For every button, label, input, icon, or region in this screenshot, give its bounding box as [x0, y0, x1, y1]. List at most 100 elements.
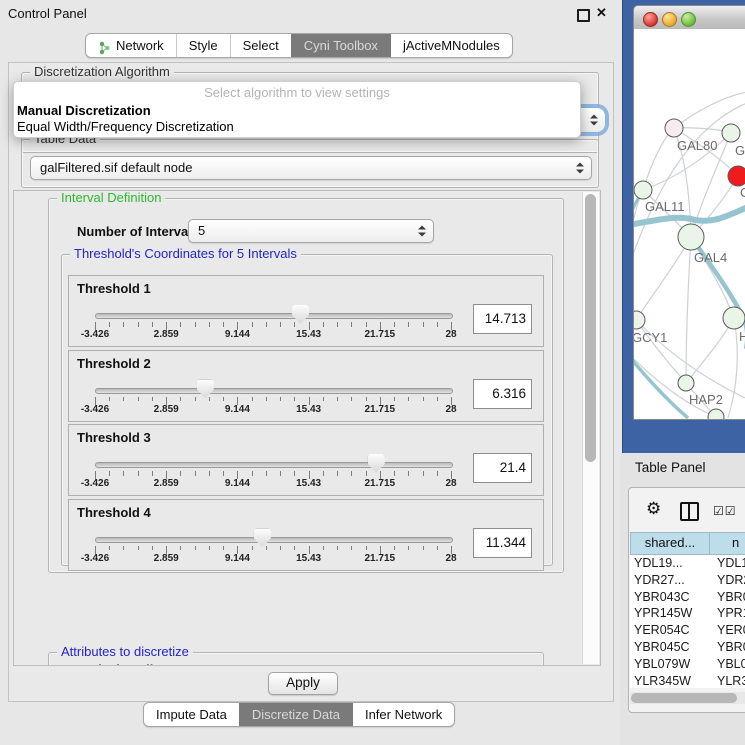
column-header-name[interactable]: n	[710, 533, 745, 554]
zoom-traffic-light[interactable]	[681, 12, 696, 27]
cell-name[interactable]: YBR0	[713, 639, 745, 656]
cell-shared-name[interactable]: YDR27...	[630, 572, 713, 589]
threshold-value-field[interactable]: 14.713	[473, 304, 532, 334]
table-horizontal-scrollbar[interactable]	[630, 692, 745, 704]
threshold-panel: Threshold 3 -3.4262.8599.14415.4321.7152…	[68, 424, 544, 496]
threshold-panel: Threshold 2 -3.4262.8599.14415.4321.7152…	[68, 350, 544, 422]
tab-network-label: Network	[116, 34, 164, 57]
threshold-label: Threshold 2	[77, 356, 151, 371]
threshold-value-field[interactable]: 6.316	[473, 379, 532, 409]
network-node-label: GCY1	[634, 330, 667, 345]
threshold-label: Threshold 4	[77, 505, 151, 520]
attributes-group: Attributes to discretize Numerical Attri…	[48, 652, 544, 666]
cell-name[interactable]: YBL0	[713, 656, 745, 673]
interval-definition-title: Interval Definition	[57, 190, 165, 205]
thresholds-group: Threshold's Coordinates for 5 Intervals …	[61, 254, 553, 566]
table-data-combobox[interactable]: galFiltered.sif default node	[30, 156, 592, 180]
thresholds-group-title: Threshold's Coordinates for 5 Intervals	[70, 246, 301, 261]
cell-shared-name[interactable]: YBR045C	[630, 639, 713, 656]
network-canvas[interactable]: GAL80GCGAL11GAL4GCY1HHAP2	[633, 29, 745, 420]
network-node-label: C	[740, 185, 745, 200]
slider-tick-labels: -3.4262.8599.14415.4321.71528	[95, 329, 451, 341]
tab-infer-network[interactable]: Infer Network	[352, 703, 454, 726]
slider-tick-labels: -3.4262.8599.14415.4321.71528	[95, 478, 451, 490]
tab-cyni-toolbox[interactable]: Cyni Toolbox	[291, 34, 390, 57]
dropdown-item-manual-discretization[interactable]: Manual Discretization	[14, 103, 580, 119]
table-row[interactable]: YBR045CYBR0	[630, 639, 745, 656]
threshold-slider-track[interactable]	[95, 388, 453, 394]
combo-arrows-icon	[418, 226, 426, 237]
table-row[interactable]: YDL19...YDL1	[630, 555, 745, 572]
table-row[interactable]: YBL079WYBL0	[630, 656, 745, 673]
apply-button[interactable]: Apply	[268, 672, 338, 695]
dropdown-item-equal-width[interactable]: Equal Width/Frequency Discretization	[14, 119, 580, 135]
table-hscrollbar-thumb[interactable]	[631, 693, 737, 703]
threshold-value-field[interactable]: 21.4	[473, 453, 532, 483]
column-header-shared-name[interactable]: shared...	[631, 533, 710, 554]
close-traffic-light[interactable]	[643, 12, 658, 27]
threshold-label: Threshold 3	[77, 430, 151, 445]
cell-shared-name[interactable]: YER054C	[630, 622, 713, 639]
table-header-row: shared... n	[630, 532, 745, 555]
network-node[interactable]	[665, 119, 683, 137]
gear-icon[interactable]: ⚙	[646, 500, 661, 517]
close-icon[interactable]: ✕	[596, 5, 607, 21]
table-panel: ⚙ ☑☑ shared... n YDL19...YDL1YDR27...YDR…	[628, 487, 745, 713]
num-intervals-value: 5	[198, 220, 205, 242]
threshold-slider-track[interactable]	[95, 537, 453, 543]
cell-shared-name[interactable]: YBR043C	[630, 589, 713, 606]
network-node-label: HAP2	[689, 392, 723, 407]
float-window-icon[interactable]	[577, 9, 590, 22]
network-node[interactable]	[634, 181, 652, 199]
table-row[interactable]: YPR145WYPR1	[630, 605, 745, 622]
table-row[interactable]: YLR345WYLR3	[630, 673, 745, 688]
cell-shared-name[interactable]: YPR145W	[630, 605, 713, 622]
tab-jactivemnodules[interactable]: jActiveMNodules	[390, 34, 512, 57]
table-row[interactable]: YER054CYER0	[630, 622, 745, 639]
panel-title: Control Panel	[8, 6, 87, 21]
network-node-label: GAL11	[645, 199, 685, 214]
cell-shared-name[interactable]: YLR345W	[630, 673, 713, 688]
columns-icon[interactable]	[680, 502, 699, 521]
tab-select[interactable]: Select	[230, 34, 291, 57]
table-row[interactable]: YBR043CYBR0	[630, 589, 745, 606]
algorithm-dropdown-popup: Select algorithm to view settings Manual…	[13, 81, 581, 138]
threshold-value-field[interactable]: 11.344	[473, 528, 532, 558]
tab-impute-data[interactable]: Impute Data	[144, 703, 239, 726]
network-node[interactable]	[723, 307, 745, 329]
threshold-slider-track[interactable]	[95, 313, 453, 319]
cell-shared-name[interactable]: YDL19...	[630, 555, 713, 572]
tab-network[interactable]: Network	[86, 34, 176, 57]
cell-name[interactable]: YER0	[713, 622, 745, 639]
table-panel-title: Table Panel	[635, 460, 706, 475]
cell-name[interactable]: YPR1	[713, 605, 745, 622]
threshold-slider-track[interactable]	[95, 462, 453, 468]
slider-tick-labels: -3.4262.8599.14415.4321.71528	[95, 553, 451, 565]
settings-scrollbar-thumb[interactable]	[585, 194, 596, 462]
cell-name[interactable]: YBR0	[713, 589, 745, 606]
tab-discretize-data[interactable]: Discretize Data	[239, 703, 352, 726]
attributes-group-title: Attributes to discretize	[57, 644, 193, 659]
cell-name[interactable]: YLR3	[713, 673, 745, 688]
tab-style[interactable]: Style	[176, 34, 230, 57]
settings-vertical-scrollbar[interactable]	[582, 192, 599, 664]
network-window-titlebar[interactable]	[633, 5, 745, 31]
network-node[interactable]	[634, 311, 645, 329]
cell-name[interactable]: YDR2	[713, 572, 745, 589]
network-node[interactable]	[722, 124, 740, 142]
network-node[interactable]	[678, 224, 704, 250]
cyni-tab-content: Discretization Algorithm Table Data galF…	[8, 62, 614, 702]
network-node[interactable]	[678, 375, 694, 391]
network-node-label: GAL80	[677, 138, 717, 153]
network-node[interactable]	[728, 166, 745, 186]
cell-name[interactable]: YDL1	[713, 555, 745, 572]
num-intervals-combobox[interactable]: 5	[188, 219, 434, 243]
table-rows: YDL19...YDL1YDR27...YDR2YBR043CYBR0YPR14…	[630, 555, 745, 688]
numerical-attributes-label: Numerical Attributes	[57, 662, 184, 666]
table-row[interactable]: YDR27...YDR2	[630, 572, 745, 589]
cell-shared-name[interactable]: YBL079W	[630, 656, 713, 673]
select-columns-checkboxes-icon[interactable]: ☑☑	[713, 504, 737, 518]
minimize-traffic-light[interactable]	[662, 12, 677, 27]
node-table: shared... n YDL19...YDL1YDR27...YDR2YBR0…	[630, 532, 745, 688]
combo-arrows-icon	[590, 115, 598, 126]
